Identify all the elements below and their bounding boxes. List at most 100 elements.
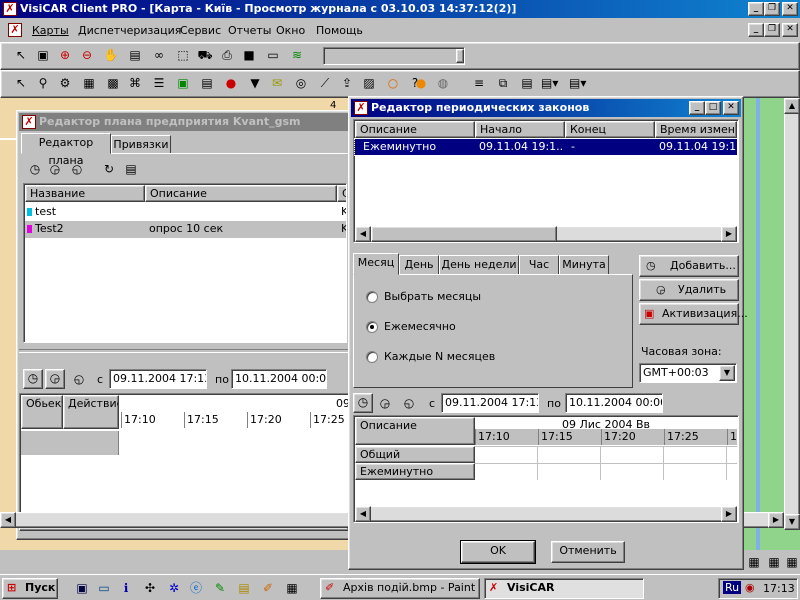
law-col-desc[interactable]: Описание [355,121,475,138]
track-icon[interactable]: ⌘ [127,75,143,91]
settings-icon[interactable]: ⚙ [57,75,73,91]
plan-col-c[interactable]: С [337,185,346,202]
taskbar-visicar[interactable]: ✗ VisiCAR [484,578,644,599]
select-area-icon[interactable]: ⬚ [175,47,191,63]
map-vscroll-up[interactable]: ▲ [784,98,800,114]
activate-button[interactable]: ▣ Активизация... [639,303,748,325]
dlg-to-input[interactable]: 10.11.2004 00:00 [565,393,663,413]
law-hscroll-thumb[interactable] [371,226,557,242]
dlg-grid-row-every-minute[interactable]: Ежеминутно [355,463,475,480]
timezone-dropdown-arrow[interactable]: ▼ [719,365,735,381]
point-icon[interactable]: ● [413,75,429,91]
zoom-region-icon[interactable]: ▣ [35,47,51,63]
quicklaunch-desktop-icon[interactable]: ▭ [96,580,112,596]
radio-select-months-label[interactable]: Выбрать месяцы [384,290,481,303]
tab-day[interactable]: День [399,255,439,275]
doc-restore-button[interactable]: ❐ [764,23,780,37]
plan-refresh-icon[interactable]: ↻ [101,161,117,177]
minimize-button[interactable]: _ [748,2,764,16]
grid-icon[interactable]: ▩ [105,75,121,91]
print-icon[interactable]: ⎙ [219,47,235,63]
menu-item-dispatch[interactable]: Диспетчеризация [78,24,181,37]
plan-row-test2[interactable]: Test2 опрос 10 сек K [25,221,346,238]
doc-dropdown-icon[interactable]: ▤▾ [541,75,558,91]
maximize-button[interactable]: ❐ [764,2,780,16]
radio-monthly-label[interactable]: Ежемесячно [384,320,456,333]
zoom-in-icon[interactable]: ⊕ [57,47,73,63]
dlg-timeline-add-icon[interactable]: ◶ [377,395,393,411]
plan-timeline-add-icon[interactable]: ◶ [45,369,65,389]
lang-indicator[interactable]: Ru [723,581,742,594]
zoom-out-icon[interactable]: ⊖ [79,47,95,63]
dialog-icon[interactable]: ✗ [354,101,368,115]
menu-item-window[interactable]: Окно [276,24,305,37]
plan-row-test[interactable]: test K [25,204,346,220]
plan-doc-icon[interactable]: ▤ [123,161,139,177]
object-icon[interactable]: ▦ [81,75,97,91]
status-icon-1[interactable]: ▦ [746,554,762,570]
window-icon[interactable]: ▭ [265,47,281,63]
quicklaunch-explorer-icon[interactable]: ▣ [74,580,90,596]
filter-icon[interactable]: ▼ [247,75,263,91]
zoom-slider-thumb[interactable] [456,49,464,63]
circles-icon[interactable]: ◍ [435,75,451,91]
dialog-close-button[interactable]: ✕ [723,101,739,115]
law-col-start[interactable]: Начало [475,121,565,138]
law-hscroll[interactable]: ◀ ▶ [355,226,737,242]
add-button[interactable]: ◷ Добавить... [639,255,739,277]
ok-button[interactable]: OK [460,540,536,564]
map-hscroll-left[interactable]: ◀ [0,512,16,528]
doc-copy-icon[interactable]: ⧉ [495,75,511,91]
tab-minute[interactable]: Минута [559,255,609,275]
export-icon[interactable]: ⇪ [339,75,355,91]
law-hscroll-left[interactable]: ◀ [355,226,371,242]
dlg-timeline-edit-icon[interactable]: ◵ [401,395,417,411]
list-icon[interactable]: ☰ [151,75,167,91]
circle-icon[interactable]: ○ [385,75,401,91]
camera-icon[interactable]: ▨ [361,75,377,91]
plan-splitter[interactable] [19,349,349,353]
doc-dropdown-2-icon[interactable]: ▤▾ [569,75,586,91]
dlg-grid-hscroll[interactable]: ◀ ▶ [355,506,737,522]
law-row-selected[interactable]: Ежеминутно 09.11.04 19:1... - 09.11.04 1… [354,138,738,156]
plan-editor-icon[interactable]: ✗ [22,115,36,129]
plan-to-input[interactable]: 10.11.2004 00:00 [231,369,327,389]
binoculars-icon[interactable]: ∞ [151,47,167,63]
route-icon[interactable]: ⚲ [35,75,51,91]
status-icon-2[interactable]: ▦ [766,554,782,570]
dlg-timeline-clock-icon[interactable]: ◷ [353,393,373,413]
map-vscroll-down[interactable]: ▼ [784,514,800,530]
quicklaunch-network-icon[interactable]: ✣ [142,580,158,596]
dlg-timeline-grid[interactable]: Описание 09 Лис 2004 Вв 17:10 17:15 17:2… [353,415,739,523]
quicklaunch-doc-icon[interactable]: ▦ [284,580,300,596]
app-icon[interactable]: ✗ [3,2,17,16]
tab-weekday[interactable]: День недели [439,255,519,275]
quicklaunch-paint-icon[interactable]: ✐ [260,580,276,596]
stop-icon[interactable]: ■ [241,47,257,63]
start-button[interactable]: ⊞ Пуск [2,578,58,599]
dlg-grid-row-general[interactable]: Общий [355,446,475,463]
doc-minimize-button[interactable]: _ [748,23,764,37]
map-icon[interactable]: ▤ [127,47,143,63]
radio-every-n-months[interactable] [366,351,378,363]
dlg-grid-cells[interactable] [475,446,737,480]
tab-month[interactable]: Месяц [353,253,399,275]
quicklaunch-info-icon[interactable]: ℹ [118,580,134,596]
menu-item-reports[interactable]: Отчеты [228,24,271,37]
dialog-minimize-button[interactable]: _ [689,101,705,115]
tab-bindings[interactable]: Привязки [111,135,171,154]
dialog-maximize-button[interactable]: □ [705,101,721,115]
status-icon-3[interactable]: ▦ [784,554,800,570]
menu-item-maps[interactable]: Карты [32,24,69,37]
map-vscroll[interactable]: ▲ ▼ [784,98,800,530]
menu-item-service[interactable]: Сервис [180,24,221,37]
plan-icon[interactable]: ▣ [175,75,191,91]
zoom-slider[interactable] [323,47,465,65]
doc-close-button[interactable]: ✕ [782,23,798,37]
map-hscroll-right[interactable]: ▶ [768,512,784,528]
law-hscroll-right[interactable]: ▶ [721,226,737,242]
plan-col-name[interactable]: Название [25,185,145,202]
quicklaunch-ie-icon[interactable]: ⓔ [188,580,204,596]
radio-monthly[interactable] [366,321,378,333]
law-col-changed[interactable]: Время измен... [655,121,737,138]
